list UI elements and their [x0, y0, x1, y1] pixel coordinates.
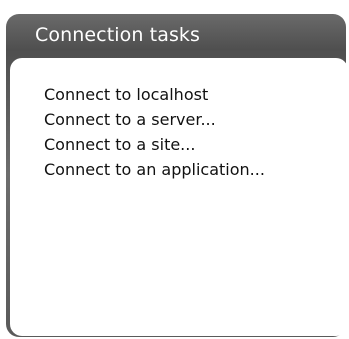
panel-header: Connection tasks [6, 14, 346, 56]
stage: Connection tasks Connect to localhost Co… [0, 0, 349, 339]
panel-body: Connect to localhost Connect to a server… [10, 58, 348, 336]
connect-to-server-link[interactable]: Connect to a server... [44, 107, 348, 132]
panel-title: Connection tasks [35, 24, 201, 46]
connect-to-site-link[interactable]: Connect to a site... [44, 132, 348, 157]
connection-tasks-panel: Connection tasks Connect to localhost Co… [6, 14, 348, 337]
connect-to-localhost-link[interactable]: Connect to localhost [44, 82, 348, 107]
connect-to-application-link[interactable]: Connect to an application... [44, 157, 348, 182]
